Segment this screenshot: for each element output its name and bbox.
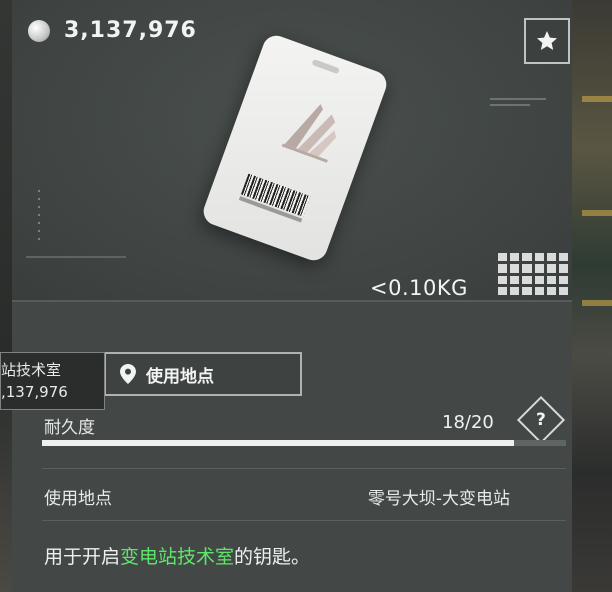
- durability-value: 18/20: [442, 412, 494, 433]
- tooltip-popup: 站技术室 ,137,976: [0, 352, 105, 410]
- durability-label: 耐久度: [44, 418, 95, 438]
- item-description: 用于开启变电站技术室的钥匙。: [44, 542, 310, 569]
- location-pin-icon: [120, 364, 136, 384]
- row-divider: [42, 468, 566, 469]
- location-value: 零号大坝-大变电站: [367, 489, 510, 509]
- use-location-label: 使用地点: [146, 366, 214, 387]
- tooltip-value: ,137,976: [1, 383, 68, 401]
- background-left: [0, 0, 12, 592]
- durability-bar: [42, 440, 566, 446]
- item-value-display: 3,137,976: [28, 18, 197, 43]
- description-suffix: 的钥匙。: [234, 546, 311, 568]
- location-label: 使用地点: [44, 489, 112, 509]
- silver-coin-icon: [28, 19, 50, 42]
- question-icon: ?: [536, 410, 546, 430]
- section-divider: [12, 300, 572, 302]
- star-icon: [537, 31, 557, 50]
- item-detail-panel: 3,137,976 <0.10KG 使用地点 耐久度 18/20 ? 使用地点 …: [12, 0, 572, 592]
- decorative-line: [26, 256, 126, 258]
- row-divider: [42, 520, 566, 521]
- item-weight: <0.10KG: [370, 276, 468, 300]
- description-highlight: 变电站技术室: [120, 546, 235, 568]
- favorite-button[interactable]: [524, 18, 570, 64]
- decorative-dots: [38, 190, 40, 246]
- keycard-icon: [199, 31, 391, 265]
- decorative-lines: [490, 98, 546, 110]
- durability-bar-fill: [42, 440, 514, 446]
- tooltip-title: 站技术室: [1, 361, 62, 379]
- background-right: [572, 0, 612, 592]
- durability-help-button[interactable]: ?: [516, 395, 566, 445]
- description-prefix: 用于开启: [44, 546, 121, 568]
- inventory-grid-icon: [498, 253, 568, 295]
- item-preview-area: 3,137,976 <0.10KG: [12, 0, 572, 300]
- use-location-button[interactable]: 使用地点: [104, 352, 302, 396]
- item-value: 3,137,976: [64, 18, 197, 43]
